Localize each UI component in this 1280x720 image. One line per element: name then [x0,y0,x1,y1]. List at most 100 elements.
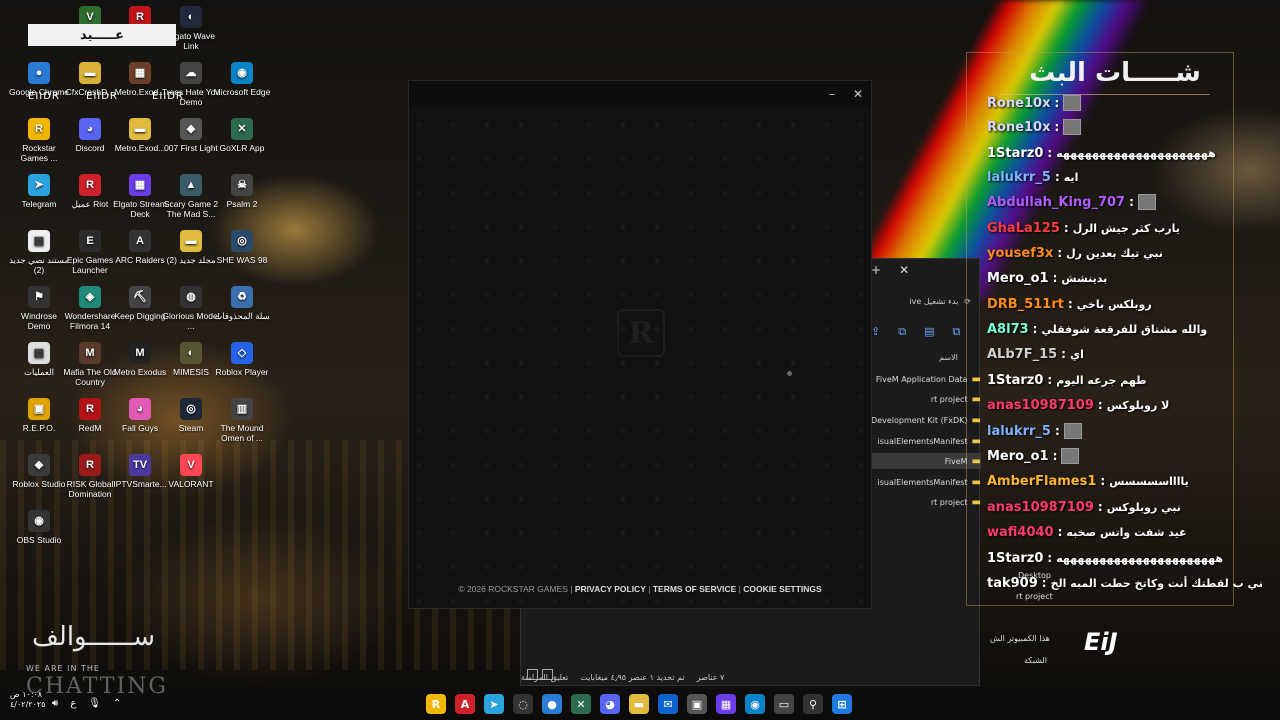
language-indicator[interactable]: ع [70,698,76,709]
chat-message: lalukrr_5: [987,421,1262,441]
desktop-icon[interactable]: ◇ Roblox Player [212,342,272,398]
cookie-settings-link[interactable]: COOKIE SETTINGS [743,584,821,594]
explorer-taskbar-icon[interactable]: ▬ [629,694,649,714]
system-tray: 🔊︎ ع 🎙︎ ⌃ [52,698,121,709]
chat-text: والله مشتاق للفرقعة شوفقلي [1041,322,1208,336]
chrome-taskbar-icon[interactable]: ● [542,694,562,714]
chat-message: DRB_511rt: روبلكس باخي [987,294,1262,314]
chevron-up-icon[interactable]: ⌃ [113,698,121,709]
desktop-icon-label: RedM [78,423,102,433]
nav-this-pc[interactable]: هذا الكمبيوتر الش [990,634,1050,643]
chat-text: يارب كثر جيش الرل [1072,221,1180,235]
status-item-count: ٧ عناصر [696,672,725,682]
chat-message: 1Starz0: طهم جرعه اليوم [987,370,1262,390]
search-taskbar-icon[interactable]: ⚲ [803,694,823,714]
outlook-taskbar-icon[interactable]: ✉ [658,694,678,714]
chat-username: lalukrr_5 [987,169,1051,185]
chat-message: wafi4040: عيد شفت واتس صخبه [987,522,1262,542]
share-icon[interactable]: ⇪ [871,325,880,339]
name-column-header[interactable]: الاسم [939,353,958,362]
paste-icon[interactable]: ▤ [924,325,934,339]
chat-text: هههههههههههههههههههههه [1056,146,1216,160]
desktop-icon-label: Telegram [21,199,57,209]
explorer-row[interactable]: FiveM Application Data ▬ [871,371,981,387]
edge-taskbar-icon[interactable]: ◉ [745,694,765,714]
explorer-row[interactable]: FiveM ▬ [871,453,981,469]
privacy-policy-link[interactable]: PRIVACY POLICY [575,584,646,594]
streamdeck-taskbar-icon[interactable]: ▦ [716,694,736,714]
app-icon: V [180,454,202,476]
explorer-row[interactable]: isualElementsManifest ▬ [871,433,981,449]
chat-text: عيد شفت واتس صخبه [1066,525,1187,539]
desktop-icon[interactable]: ✕ GoXLR App [212,118,272,174]
close-tab-icon[interactable]: ✕ [899,263,909,277]
desktop-icon-label: Roblox Player [215,367,269,377]
explorer-row[interactable]: isualElementsManifest ▬ [871,474,981,490]
explorer-tabbar: + ✕ [871,263,909,277]
close-icon[interactable]: ✕ [849,85,867,103]
eildr-label-3: EIIDR [152,91,184,102]
rename-icon[interactable]: ⧉ [898,325,906,339]
explorer-row-label: rt project [930,497,968,507]
app-icon: ◎ [231,230,253,252]
app-icon: R [79,398,101,420]
app-icon: ➤ [28,174,50,196]
chat-message: GhaLa125: يارب كثر جيش الرل [987,218,1262,238]
terms-of-service-link[interactable]: TERMS OF SERVICE [653,584,736,594]
desktop-icon-label: OBS Studio [16,535,62,545]
desktop-icon-label: VALORANT [168,479,214,489]
network-taskbar-icon[interactable]: ◌ [513,694,533,714]
chat-text: ههههههههههههههههههههههه [1056,551,1224,565]
app-icon: M [79,342,101,364]
app-icon: R [28,118,50,140]
discord-taskbar-icon[interactable]: ◕ [600,694,620,714]
chat-colon: : [1057,525,1063,539]
new-tab-icon[interactable]: + [871,263,881,277]
rockstar-taskbar-icon[interactable]: R [426,694,446,714]
app-icon: ▬ [79,62,101,84]
chat-text: يااااسسسسس [1109,474,1189,488]
desktop-icon-label: Psalm 2 [226,199,258,209]
start-taskbar-icon[interactable]: ⊞ [832,694,852,714]
explorer-address-bar[interactable]: ⟳ بدء تشغيل ive [871,291,971,311]
desktop-icon-label: GoXLR App [219,143,265,153]
chat-colon: : [1067,297,1073,311]
rockstar-launcher-window[interactable]: – ✕ R © 2026 ROCKSTAR GAMES | PRIVACY PO… [408,80,872,609]
chat-message: 1Starz0: ههههههههههههههههههههههه [987,548,1262,568]
explorer-row[interactable]: Development Kit (FxDK) ▬ [871,412,981,428]
app-icon: ◇ [231,342,253,364]
clock[interactable]: ١٠:٠٨ ص ٤/٠٢/٢٠٢٥ [10,690,45,710]
launcher-titlebar[interactable]: – ✕ [409,81,871,107]
desktop-icon[interactable]: V VALORANT [161,454,221,510]
desktop-icon[interactable]: ◉ OBS Studio [9,510,69,566]
desktop-icon[interactable]: ▥ The Mound Omen of ... [212,398,272,454]
telegram-taskbar-icon[interactable]: ➤ [484,694,504,714]
taskview-taskbar-icon[interactable]: ▭ [774,694,794,714]
desktop-icon-label: The Mound Omen of ... [220,423,264,443]
channel-logo: EiJ [1084,628,1118,656]
chat-emote-icon [1137,194,1156,210]
copy-icon[interactable]: ⧉ [952,325,960,339]
goxlr-taskbar-icon[interactable]: ✕ [571,694,591,714]
mic-icon[interactable]: 🎙︎ [88,698,101,709]
chat-colon: : [1097,500,1103,514]
desktop-icon[interactable]: ◎ SHE WAS 98 [212,230,272,286]
autodesk-taskbar-icon[interactable]: A [455,694,475,714]
store-taskbar-icon[interactable]: ▣ [687,694,707,714]
chat-text: روبلكس باخي [1076,297,1152,311]
app-icon: ◉ [28,510,50,532]
explorer-row[interactable]: rt project ▬ [871,494,981,510]
volume-icon[interactable]: 🔊︎ [52,698,58,709]
chat-text: نبي روبلوكس [1106,500,1181,514]
minimize-icon[interactable]: – [823,85,841,103]
explorer-row[interactable]: rt project ▬ [871,391,981,407]
desktop-icon[interactable]: ☠ Psalm 2 [212,174,272,230]
chat-username: lalukrr_5 [987,423,1051,439]
desktop-icon-label: Discord [75,143,105,153]
desktop-icon[interactable]: ◉ Microsoft Edge [212,62,272,118]
nav-network[interactable]: الشبكة [1024,656,1047,665]
desktop-icon[interactable]: ♻ سلة المحذوفات [212,286,272,342]
chat-colon: : [1041,576,1047,590]
clock-date: ٤/٠٢/٢٠٢٥ [10,700,46,709]
app-icon: ▬ [129,118,151,140]
